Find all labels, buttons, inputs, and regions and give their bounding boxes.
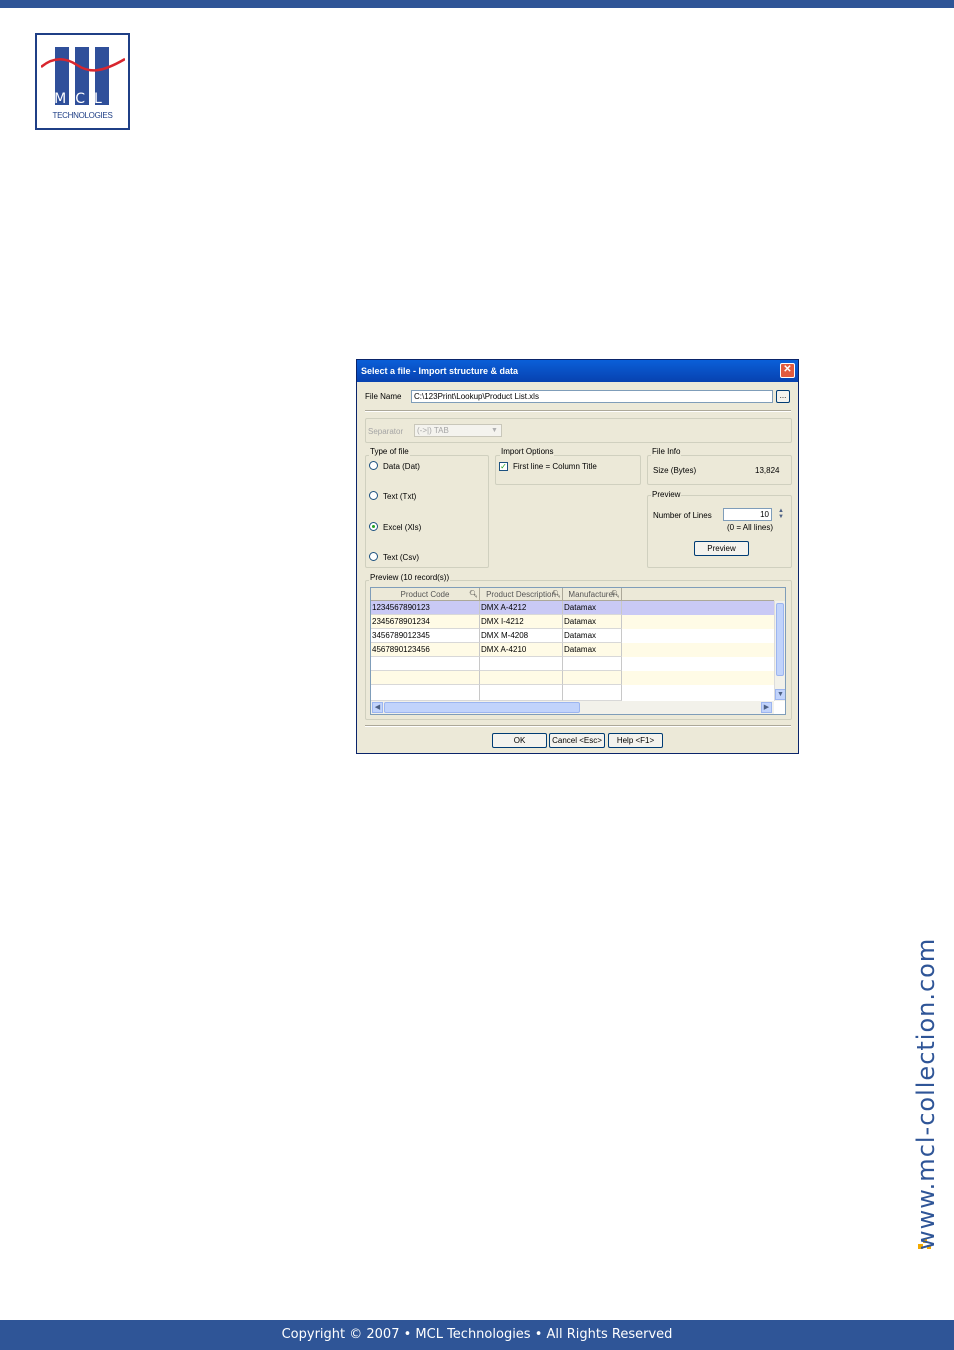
preview-grid[interactable]: Product Code 🔍︎ Product Description 🔍︎ Man… xyxy=(370,587,786,715)
size-label: Size (Bytes) xyxy=(653,466,697,475)
mcl-logo: MCL TECHNOLOGIES xyxy=(35,33,130,130)
cell-description: DMX A-4212 xyxy=(480,601,563,615)
import-options-legend: Import Options xyxy=(500,447,555,456)
size-value: 13,824 xyxy=(755,466,780,475)
search-icon[interactable]: 🔍︎ xyxy=(469,588,478,600)
search-icon[interactable]: 🔍︎ xyxy=(552,588,561,600)
divider xyxy=(365,725,791,727)
radio-text-csv[interactable] xyxy=(369,552,378,561)
type-of-file-legend: Type of file xyxy=(369,447,410,456)
divider xyxy=(365,410,791,412)
table-row[interactable]: 1234567890123 DMX A-4212 Datamax xyxy=(371,601,774,615)
table-row-empty xyxy=(371,671,774,685)
grid-legend: Preview (10 record(s)) xyxy=(369,573,451,582)
radio-excel[interactable] xyxy=(369,522,378,531)
scroll-right-icon[interactable]: ▶ xyxy=(761,702,772,713)
lines-input[interactable]: 10 xyxy=(723,508,772,521)
separator-label: Separator xyxy=(368,427,404,436)
dialog-title: Select a file - Import structure & data xyxy=(357,360,798,382)
cell-empty xyxy=(480,685,563,701)
close-button[interactable]: ✕ xyxy=(780,363,795,378)
column-header-label: Product Description xyxy=(486,590,556,599)
vertical-scroll-thumb[interactable] xyxy=(776,603,784,676)
column-header-empty xyxy=(622,588,774,601)
separator-value: (->|) TAB xyxy=(417,426,449,435)
column-header-manufacturer[interactable]: Manufacturer 🔍︎ xyxy=(563,588,622,601)
side-url[interactable]: www.mcl-collection.com xyxy=(912,938,940,1250)
footer-copyright: Copyright © 2007 • MCL Technologies • Al… xyxy=(0,1320,954,1350)
type-of-file-group xyxy=(365,455,489,568)
cell-empty xyxy=(563,657,622,671)
radio-text-txt-label: Text (Txt) xyxy=(383,492,417,501)
separator-select[interactable]: (->|) TAB ▼ xyxy=(414,424,502,437)
scroll-left-icon[interactable]: ◀ xyxy=(372,702,383,713)
horizontal-scrollbar[interactable]: ◀ ▶ xyxy=(371,701,774,714)
help-button[interactable]: Help <F1> xyxy=(608,733,663,748)
import-dialog: Select a file - Import structure & data … xyxy=(356,359,799,754)
horizontal-scroll-thumb[interactable] xyxy=(384,702,580,713)
column-header-product-code[interactable]: Product Code 🔍︎ xyxy=(371,588,480,601)
search-icon[interactable]: 🔍︎ xyxy=(611,588,620,600)
chevron-down-icon[interactable]: ▼ xyxy=(776,514,786,520)
preview-button[interactable]: Preview xyxy=(694,541,749,556)
logo-letters: MCL xyxy=(54,91,111,107)
cell-empty xyxy=(371,671,480,685)
column-header-label: Product Code xyxy=(400,590,450,599)
cell-empty xyxy=(480,657,563,671)
scroll-down-icon[interactable]: ▼ xyxy=(775,689,785,700)
radio-data[interactable] xyxy=(369,461,378,470)
cell-code: 1234567890123 xyxy=(371,601,480,615)
column-header-description[interactable]: Product Description 🔍︎ xyxy=(480,588,563,601)
first-line-checkbox[interactable]: ✓ xyxy=(499,462,508,471)
lines-label: Number of Lines xyxy=(653,511,712,520)
file-info-legend: File Info xyxy=(651,447,682,456)
cell-manufacturer: Datamax xyxy=(563,643,622,657)
radio-excel-label: Excel (Xls) xyxy=(383,523,422,532)
cancel-button[interactable]: Cancel <Esc> xyxy=(549,733,605,748)
preview-legend: Preview xyxy=(651,490,682,499)
table-row-empty xyxy=(371,657,774,671)
cell-manufacturer: Datamax xyxy=(563,629,622,643)
lines-spinner[interactable]: ▲ ▼ xyxy=(776,508,786,521)
cell-manufacturer: Datamax xyxy=(563,601,622,615)
cell-empty xyxy=(563,671,622,685)
cell-empty xyxy=(563,685,622,701)
cell-description: DMX M-4208 xyxy=(480,629,563,643)
cell-code: 4567890123456 xyxy=(371,643,480,657)
cell-manufacturer: Datamax xyxy=(563,615,622,629)
lines-hint: (0 = All lines) xyxy=(727,523,774,532)
browse-button[interactable]: ... xyxy=(776,390,790,403)
cell-empty xyxy=(480,671,563,685)
cell-empty xyxy=(371,657,480,671)
table-row-empty xyxy=(371,685,774,701)
cell-code: 2345678901234 xyxy=(371,615,480,629)
file-name-field[interactable]: C:\123Print\Lookup\Product List.xls xyxy=(411,390,773,403)
cell-description: DMX A-4210 xyxy=(480,643,563,657)
radio-data-label: Data (Dat) xyxy=(383,462,420,471)
first-line-label: First line = Column Title xyxy=(513,462,597,471)
cell-empty xyxy=(371,685,480,701)
radio-text-txt[interactable] xyxy=(369,491,378,500)
chevron-down-icon: ▼ xyxy=(491,427,498,434)
ok-button[interactable]: OK xyxy=(492,733,547,748)
logo-company: TECHNOLOGIES xyxy=(52,111,113,120)
table-row[interactable]: 3456789012345 DMX M-4208 Datamax xyxy=(371,629,774,643)
cell-code: 3456789012345 xyxy=(371,629,480,643)
radio-selected-dot xyxy=(372,525,375,528)
table-row[interactable]: 2345678901234 DMX I-4212 Datamax xyxy=(371,615,774,629)
top-bar xyxy=(0,0,954,8)
grid-corner xyxy=(774,588,785,601)
cell-description: DMX I-4212 xyxy=(480,615,563,629)
vertical-scrollbar[interactable]: ▼ xyxy=(774,601,785,701)
radio-text-csv-label: Text (Csv) xyxy=(383,553,419,562)
file-name-label: File Name xyxy=(365,392,402,401)
column-header-label: Manufacturer xyxy=(568,590,616,599)
table-row[interactable]: 4567890123456 DMX A-4210 Datamax xyxy=(371,643,774,657)
logo-wave-icon xyxy=(41,57,125,72)
